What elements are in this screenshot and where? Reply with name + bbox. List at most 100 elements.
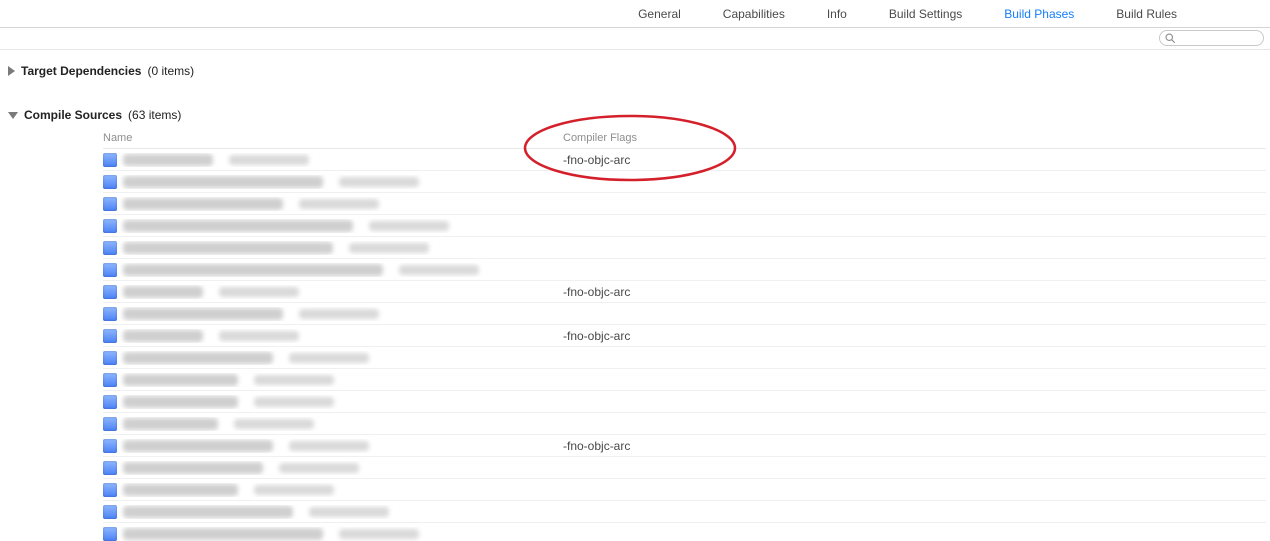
table-row[interactable]: -fno-objc-arc (103, 435, 1266, 457)
table-row[interactable] (103, 303, 1266, 325)
source-file-icon (103, 505, 117, 519)
file-path-redacted (309, 507, 389, 517)
source-file-icon (103, 197, 117, 211)
file-name-cell (103, 527, 563, 541)
table-row[interactable] (103, 457, 1266, 479)
table-row[interactable] (103, 215, 1266, 237)
file-name-cell (103, 285, 563, 299)
source-file-icon (103, 219, 117, 233)
table-header: Name Compiler Flags (103, 126, 1266, 149)
file-name-redacted (123, 330, 203, 342)
source-file-icon (103, 461, 117, 475)
file-name-redacted (123, 242, 333, 254)
file-path-redacted (219, 331, 299, 341)
file-name-cell (103, 461, 563, 475)
source-file-icon (103, 329, 117, 343)
file-name-redacted (123, 154, 213, 166)
search-icon (1164, 32, 1176, 44)
table-row[interactable]: -fno-objc-arc (103, 281, 1266, 303)
source-file-icon (103, 285, 117, 299)
file-name-cell (103, 197, 563, 211)
file-name-redacted (123, 440, 273, 452)
file-name-redacted (123, 484, 238, 496)
source-file-icon (103, 241, 117, 255)
file-name-redacted (123, 264, 383, 276)
file-name-cell (103, 417, 563, 431)
file-path-redacted (254, 397, 334, 407)
file-name-redacted (123, 396, 238, 408)
table-row[interactable]: -fno-objc-arc (103, 325, 1266, 347)
table-row[interactable] (103, 171, 1266, 193)
file-path-redacted (229, 155, 309, 165)
file-path-redacted (254, 375, 334, 385)
source-file-icon (103, 307, 117, 321)
table-row[interactable] (103, 259, 1266, 281)
table-row[interactable] (103, 237, 1266, 259)
file-path-redacted (289, 353, 369, 363)
section-count: (63 items) (128, 108, 181, 122)
file-path-redacted (299, 309, 379, 319)
file-name-cell (103, 307, 563, 321)
tab-build-rules[interactable]: Build Rules (1095, 0, 1198, 28)
file-name-redacted (123, 418, 218, 430)
table-row[interactable]: -fno-objc-arc (103, 149, 1266, 171)
table-row[interactable] (103, 479, 1266, 501)
search-input[interactable] (1176, 31, 1256, 45)
search-field-container[interactable] (1159, 30, 1264, 46)
file-name-cell (103, 439, 563, 453)
table-row[interactable] (103, 347, 1266, 369)
file-name-redacted (123, 462, 263, 474)
file-name-cell (103, 329, 563, 343)
file-name-redacted (123, 528, 323, 540)
editor-tabs: General Capabilities Info Build Settings… (0, 0, 1270, 28)
file-path-redacted (219, 287, 299, 297)
compiler-flags-cell[interactable]: -fno-objc-arc (563, 439, 1258, 453)
section-title: Compile Sources (24, 108, 122, 122)
table-row[interactable] (103, 369, 1266, 391)
source-file-icon (103, 351, 117, 365)
table-row[interactable] (103, 413, 1266, 435)
compiler-flags-cell[interactable]: -fno-objc-arc (563, 329, 1258, 343)
file-name-cell (103, 219, 563, 233)
column-header-flags[interactable]: Compiler Flags (563, 132, 1266, 144)
file-name-redacted (123, 176, 323, 188)
source-file-icon (103, 483, 117, 497)
section-target-dependencies[interactable]: Target Dependencies (0 items) (8, 60, 1266, 82)
file-path-redacted (339, 529, 419, 539)
file-name-cell (103, 373, 563, 387)
tab-capabilities[interactable]: Capabilities (702, 0, 806, 28)
file-name-redacted (123, 220, 353, 232)
table-row[interactable] (103, 391, 1266, 413)
file-name-redacted (123, 308, 283, 320)
file-name-redacted (123, 198, 283, 210)
file-name-redacted (123, 352, 273, 364)
compile-sources-table: Name Compiler Flags -fno-objc-arc -fno-ob… (103, 126, 1266, 541)
file-path-redacted (279, 463, 359, 473)
source-file-icon (103, 175, 117, 189)
tab-build-settings[interactable]: Build Settings (868, 0, 983, 28)
section-count: (0 items) (147, 64, 194, 78)
file-name-redacted (123, 506, 293, 518)
file-path-redacted (339, 177, 419, 187)
table-row[interactable] (103, 523, 1266, 541)
file-path-redacted (234, 419, 314, 429)
tab-general[interactable]: General (617, 0, 702, 28)
tab-info[interactable]: Info (806, 0, 868, 28)
compiler-flags-cell[interactable]: -fno-objc-arc (563, 285, 1258, 299)
file-name-cell (103, 263, 563, 277)
table-row[interactable] (103, 501, 1266, 523)
file-path-redacted (399, 265, 479, 275)
table-row[interactable] (103, 193, 1266, 215)
source-file-icon (103, 263, 117, 277)
file-name-redacted (123, 286, 203, 298)
section-title: Target Dependencies (21, 64, 141, 78)
file-name-cell (103, 175, 563, 189)
source-file-icon (103, 417, 117, 431)
column-header-name[interactable]: Name (103, 132, 563, 144)
source-file-icon (103, 373, 117, 387)
source-file-icon (103, 439, 117, 453)
compiler-flags-cell[interactable]: -fno-objc-arc (563, 153, 1258, 167)
section-compile-sources[interactable]: Compile Sources (63 items) (8, 104, 1266, 126)
disclosure-triangle-icon (8, 66, 15, 76)
tab-build-phases[interactable]: Build Phases (983, 0, 1095, 28)
